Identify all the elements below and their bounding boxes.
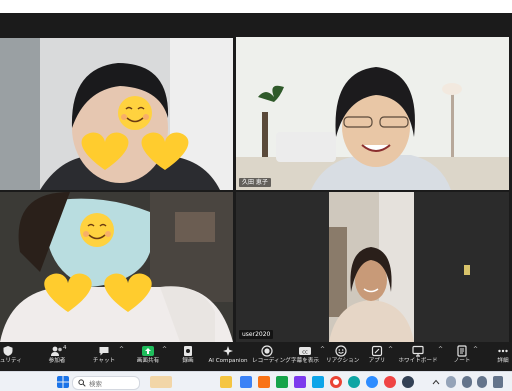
chevron-up-icon[interactable]: ^ bbox=[388, 346, 393, 353]
store-icon[interactable] bbox=[240, 376, 252, 388]
window-top-strip bbox=[0, 0, 512, 13]
chevron-up-icon[interactable] bbox=[432, 378, 440, 386]
share-screen-button[interactable]: ^ 画面共有 bbox=[134, 345, 167, 369]
recording-icon bbox=[261, 345, 273, 357]
windows-start-icon[interactable] bbox=[57, 376, 69, 388]
cloud-icon[interactable] bbox=[446, 376, 456, 388]
participant-name-4: user2020 bbox=[239, 330, 274, 339]
taskbar-search-input[interactable]: 検索 bbox=[72, 376, 140, 390]
captions-button[interactable]: cc ^ 字幕を表示 bbox=[290, 345, 325, 369]
smiley-emoji-icon bbox=[118, 96, 152, 130]
participant-name-2: 久田 恵子 bbox=[239, 178, 271, 187]
meeting-toolbar: キュリティ 4 参加者 ^ チャット ^ 画面共有 bbox=[0, 342, 512, 371]
search-placeholder: 検索 bbox=[89, 380, 102, 388]
zoom-meeting-window: 久田 恵子 user2020 ュリティ 4 参加者 ^ チャット ^ 画面共有 … bbox=[0, 0, 512, 391]
participant-video-4 bbox=[329, 192, 414, 342]
wifi-icon[interactable] bbox=[462, 376, 472, 388]
windows-taskbar: 検索 bbox=[0, 371, 512, 391]
app-icon-teal[interactable] bbox=[312, 376, 324, 388]
chevron-up-icon[interactable]: ^ bbox=[438, 346, 443, 353]
chevron-up-icon[interactable]: ^ bbox=[473, 346, 478, 353]
whiteboard-button[interactable]: ^ ホワイトボード bbox=[398, 345, 443, 369]
search-icon bbox=[78, 379, 86, 387]
participant-video-2 bbox=[236, 37, 509, 190]
apps-button[interactable]: ^ アプリ bbox=[366, 345, 393, 369]
more-icon bbox=[498, 349, 508, 353]
record-button[interactable]: 録画 bbox=[177, 345, 199, 369]
video-indicator bbox=[464, 265, 470, 275]
edge-icon[interactable] bbox=[348, 376, 360, 388]
app-icon-dark[interactable] bbox=[402, 376, 414, 388]
participant-count: 4 bbox=[63, 345, 67, 351]
apps-icon bbox=[371, 345, 383, 357]
participant-video-1 bbox=[0, 38, 233, 190]
participant-tile-2[interactable]: 久田 恵子 bbox=[236, 37, 509, 190]
participant-tile-1[interactable] bbox=[0, 38, 233, 190]
participant-tile-3[interactable] bbox=[0, 192, 233, 342]
ai-companion-icon bbox=[223, 346, 233, 356]
whiteboard-icon bbox=[412, 345, 424, 357]
share-screen-icon bbox=[142, 346, 154, 356]
reaction-icon bbox=[335, 345, 347, 357]
record-icon bbox=[184, 346, 192, 356]
security-button[interactable]: キュリティ bbox=[0, 345, 24, 369]
taskbar-widget-icon[interactable] bbox=[150, 376, 172, 388]
notes-icon bbox=[457, 345, 467, 357]
chat-button[interactable]: ^ チャット bbox=[89, 345, 124, 369]
ai-companion-button[interactable]: AI Companion bbox=[205, 345, 251, 369]
more-button[interactable]: 詳細 bbox=[490, 345, 512, 369]
volume-icon[interactable] bbox=[477, 376, 487, 388]
chrome-icon[interactable] bbox=[330, 376, 342, 388]
chevron-up-icon[interactable]: ^ bbox=[119, 346, 124, 353]
participants-icon bbox=[51, 346, 62, 356]
gallery-view: 久田 恵子 user2020 bbox=[0, 13, 512, 342]
reactions-button[interactable]: リアクション bbox=[326, 345, 359, 369]
participants-button[interactable]: 4 参加者 bbox=[42, 345, 72, 369]
participant-video-3 bbox=[0, 192, 233, 342]
app-icon-green[interactable] bbox=[276, 376, 288, 388]
zoom-app-icon[interactable] bbox=[366, 376, 378, 388]
svg-text:cc: cc bbox=[302, 349, 308, 355]
chevron-up-icon[interactable]: ^ bbox=[320, 346, 325, 353]
notes-button[interactable]: ^ ノート bbox=[451, 345, 478, 369]
app-icon-orange[interactable] bbox=[258, 376, 270, 388]
chat-icon bbox=[99, 347, 109, 356]
battery-icon[interactable] bbox=[493, 376, 503, 388]
cc-icon: cc bbox=[299, 347, 311, 355]
recording-button[interactable]: レコーディング bbox=[252, 345, 291, 369]
chevron-up-icon[interactable]: ^ bbox=[162, 346, 167, 353]
shield-icon bbox=[3, 346, 13, 356]
app-icon-red[interactable] bbox=[384, 376, 396, 388]
participant-tile-4[interactable]: user2020 bbox=[236, 192, 509, 342]
app-icon-purple[interactable] bbox=[294, 376, 306, 388]
file-explorer-icon[interactable] bbox=[220, 376, 232, 388]
smiley-emoji-icon bbox=[80, 213, 114, 247]
